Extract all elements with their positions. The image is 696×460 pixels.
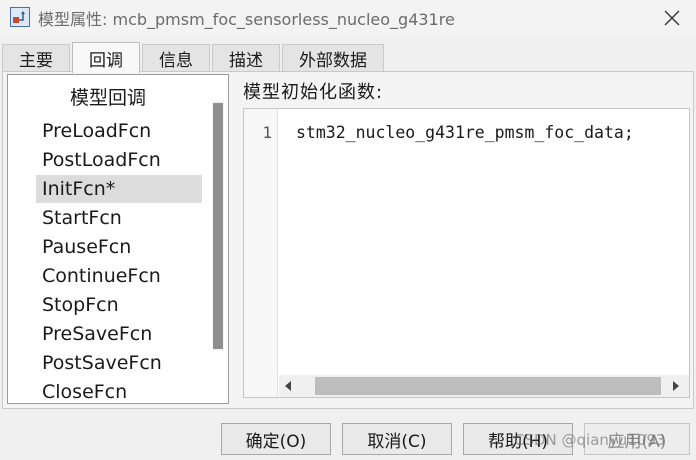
editor-horizontal-scrollbar[interactable] [279, 375, 689, 397]
simulink-model-icon [10, 7, 30, 27]
list-item-pausefcn[interactable]: PauseFcn [36, 233, 202, 261]
list-item-preloadfcn[interactable]: PreLoadFcn [36, 117, 202, 145]
tab-bar: 主要 回调 信息 描述 外部数据 [2, 42, 386, 73]
ok-button[interactable]: 确定(O) [221, 423, 331, 455]
list-item-presavefcn[interactable]: PreSaveFcn [36, 320, 202, 348]
list-item-stopfcn[interactable]: StopFcn [36, 291, 202, 319]
close-button[interactable] [656, 2, 688, 34]
list-item-startfcn[interactable]: StartFcn [36, 204, 202, 232]
callback-list: 模型回调 PreLoadFcn PostLoadFcn InitFcn* Sta… [7, 74, 229, 404]
watermark: CSDN @qianyu1093 [514, 431, 666, 449]
list-item-continuefcn[interactable]: ContinueFcn [36, 262, 202, 290]
list-item-closefcn[interactable]: CloseFcn [36, 378, 202, 403]
tab-description[interactable]: 描述 [212, 44, 280, 72]
scroll-left-arrow-icon[interactable] [285, 381, 291, 391]
list-scrollbar-thumb[interactable] [213, 103, 223, 349]
cancel-button[interactable]: 取消(C) [342, 423, 452, 455]
window-title: 模型属性: mcb_pmsm_foc_sensorless_nucleo_g43… [38, 10, 455, 29]
line-number-gutter: 1 [244, 109, 278, 397]
editor-label: 模型初始化函数: [243, 82, 384, 103]
tab-external-data[interactable]: 外部数据 [282, 44, 384, 72]
list-item-postsavefcn[interactable]: PostSaveFcn [36, 349, 202, 377]
tab-info[interactable]: 信息 [142, 44, 210, 72]
list-item-initfcn[interactable]: InitFcn* [36, 175, 202, 203]
list-item-postloadfcn[interactable]: PostLoadFcn [36, 146, 202, 174]
scroll-right-arrow-icon[interactable] [673, 381, 679, 391]
code-line[interactable]: stm32_nucleo_g431re_pmsm_foc_data; [296, 123, 634, 142]
editor-scrollbar-thumb[interactable] [315, 377, 661, 395]
callback-list-header: 模型回调 [69, 87, 146, 109]
close-icon [664, 10, 680, 26]
title-bar: 模型属性: mcb_pmsm_foc_sensorless_nucleo_g43… [0, 0, 696, 36]
callbacks-panel: 模型回调 PreLoadFcn PostLoadFcn InitFcn* Sta… [2, 71, 694, 409]
tab-main[interactable]: 主要 [2, 44, 70, 72]
code-editor[interactable]: 1 stm32_nucleo_g431re_pmsm_foc_data; [243, 108, 690, 398]
tab-callbacks[interactable]: 回调 [72, 42, 140, 73]
line-number: 1 [262, 123, 272, 142]
